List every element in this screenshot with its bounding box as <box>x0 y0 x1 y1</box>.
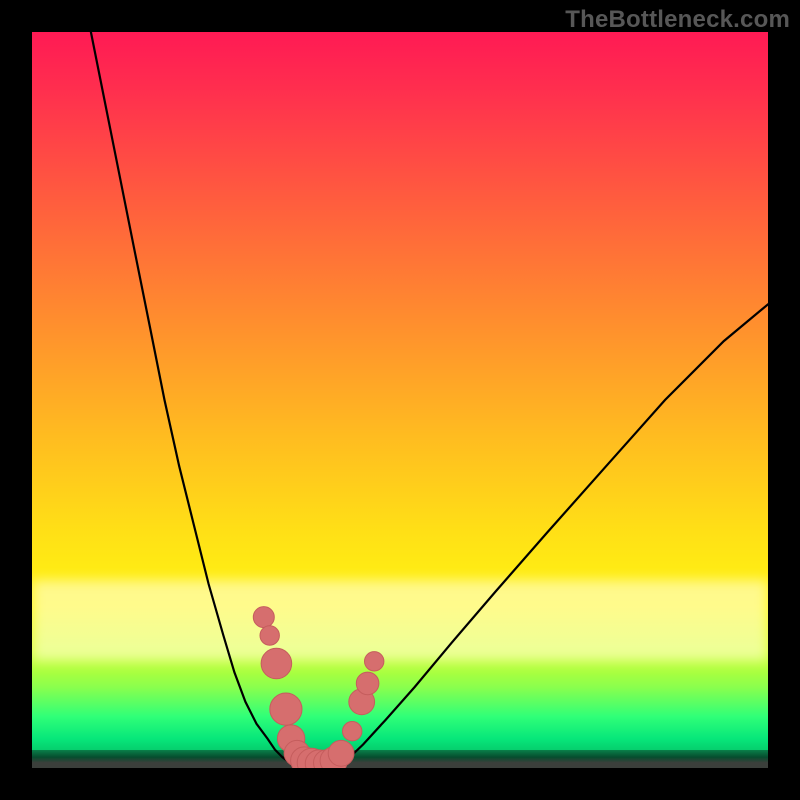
curve-marker <box>356 672 379 695</box>
curve-marker <box>365 652 384 671</box>
curve-marker <box>343 722 362 741</box>
plot-area <box>32 32 768 768</box>
chart-frame: TheBottleneck.com <box>0 0 800 800</box>
curve-marker <box>253 607 274 628</box>
curve-marker <box>260 626 279 645</box>
bottleneck-curve <box>91 32 768 764</box>
watermark-text: TheBottleneck.com <box>565 6 790 34</box>
curve-marker <box>270 693 302 725</box>
curve-layer <box>32 32 768 768</box>
curve-marker <box>328 740 354 766</box>
curve-marker <box>261 648 292 679</box>
